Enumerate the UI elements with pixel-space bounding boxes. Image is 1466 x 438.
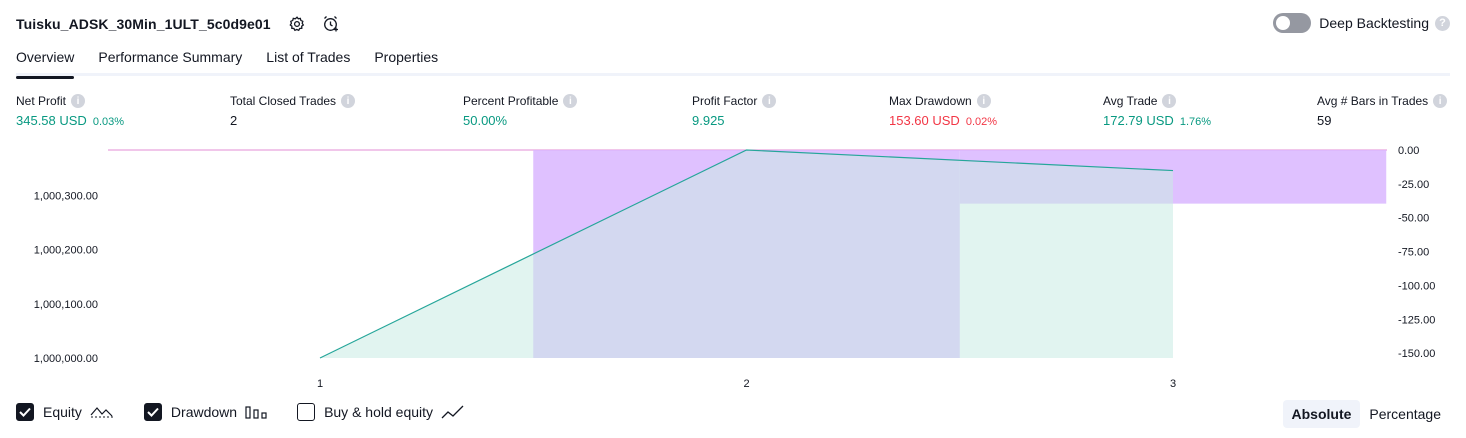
legend-drawdown[interactable]: Drawdown — [143, 403, 267, 421]
drawdown-bars-icon — [245, 404, 267, 420]
info-icon[interactable]: i — [976, 94, 991, 108]
deep-backtesting-control: Deep Backtesting ? — [1273, 13, 1450, 33]
legend-equity[interactable]: Equity — [16, 403, 114, 421]
drawdown-checkbox[interactable] — [143, 403, 162, 421]
settings-icon[interactable] — [287, 14, 307, 34]
info-icon[interactable]: i — [762, 94, 777, 108]
equity-area — [320, 150, 1173, 358]
metric-percent: 0.02% — [965, 116, 998, 128]
tab-list-of-trades[interactable]: List of Trades — [266, 44, 350, 76]
help-icon[interactable]: ? — [1435, 15, 1450, 31]
equity-checkbox[interactable] — [16, 403, 34, 421]
info-icon[interactable]: i — [1433, 94, 1448, 108]
deep-backtesting-toggle[interactable] — [1273, 13, 1312, 33]
metric-label: Avg Trade — [1103, 94, 1158, 108]
value-mode-switch: Absolute Percentage — [1282, 400, 1451, 428]
right-axis-tick: -125.00 — [1398, 314, 1435, 326]
buy-hold-checkbox[interactable] — [297, 403, 316, 421]
right-axis-tick: 0.00 — [1398, 145, 1419, 157]
equity-drawdown-chart[interactable]: 1,000,000.00 1,000,100.00 1,000,200.00 1,00… — [0, 140, 1466, 395]
info-icon[interactable]: i — [1162, 94, 1177, 108]
tab-properties[interactable]: Properties — [374, 44, 438, 76]
legend-label: Buy & hold equity — [324, 404, 434, 420]
legend-buy-hold-equity[interactable]: Buy & hold equity — [297, 403, 465, 421]
right-axis-tick: -25.00 — [1398, 179, 1429, 191]
metric-value: 172.79 USD — [1103, 113, 1174, 128]
buy-hold-line-icon — [441, 404, 465, 420]
right-axis-tick: -150.00 — [1398, 348, 1435, 360]
percentage-button[interactable]: Percentage — [1360, 400, 1450, 428]
x-axis-tick: 1 — [317, 378, 323, 390]
metric-avg-trade: Avg Trade i 172.79 USD 1.76% — [1103, 94, 1211, 128]
x-axis-tick: 2 — [743, 378, 749, 390]
equity-line-icon — [90, 404, 114, 420]
deep-backtesting-label: Deep Backtesting — [1319, 15, 1429, 31]
metric-percent: 1.76% — [1179, 116, 1212, 128]
chart-legend: Equity Drawdown Buy & hold equity — [16, 403, 495, 421]
metric-label: Percent Profitable — [463, 94, 559, 108]
right-axis-tick: -75.00 — [1398, 247, 1429, 259]
metric-value: 59 — [1317, 113, 1332, 128]
right-axis-tick: -100.00 — [1398, 280, 1435, 292]
metric-value: 9.925 — [692, 113, 725, 128]
metric-avg-bars-in-trades: Avg # Bars in Trades i 59 — [1317, 94, 1448, 128]
left-axis-tick: 1,000,200.00 — [34, 245, 98, 257]
metric-value: 50.00% — [463, 113, 508, 128]
metric-label: Net Profit — [16, 94, 67, 108]
metric-max-drawdown: Max Drawdown i 153.60 USD 0.02% — [889, 94, 997, 128]
tab-overview[interactable]: Overview — [16, 44, 75, 79]
right-axis-tick: -50.00 — [1398, 213, 1429, 225]
left-axis-tick: 1,000,000.00 — [34, 353, 98, 365]
metric-profit-factor: Profit Factor i 9.925 — [692, 94, 777, 128]
metric-total-closed-trades: Total Closed Trades i 2 — [230, 94, 356, 128]
metric-percent-profitable: Percent Profitable i 50.00% — [463, 94, 578, 128]
legend-label: Equity — [43, 404, 82, 420]
add-alert-icon[interactable] — [321, 14, 341, 34]
metric-value: 2 — [230, 113, 238, 128]
x-axis-tick: 3 — [1170, 378, 1176, 390]
metric-percent: 0.03% — [92, 116, 125, 128]
left-axis-tick: 1,000,300.00 — [34, 191, 98, 203]
metric-value: 345.58 USD — [16, 113, 87, 128]
tab-performance-summary[interactable]: Performance Summary — [98, 44, 242, 76]
absolute-button[interactable]: Absolute — [1282, 400, 1361, 428]
strategy-header: Tuisku_ADSK_30Min_1ULT_5c0d9e01 — [16, 12, 341, 36]
toggle-knob — [1276, 16, 1291, 30]
metric-value: 153.60 USD — [889, 113, 960, 128]
info-icon[interactable]: i — [563, 94, 578, 108]
metric-label: Max Drawdown — [889, 94, 972, 108]
info-icon[interactable]: i — [341, 94, 356, 108]
metric-label: Total Closed Trades — [230, 94, 337, 108]
metric-label: Avg # Bars in Trades — [1317, 94, 1429, 108]
metric-label: Profit Factor — [692, 94, 758, 108]
info-icon[interactable]: i — [71, 94, 86, 108]
strategy-name: Tuisku_ADSK_30Min_1ULT_5c0d9e01 — [16, 16, 271, 32]
report-tabs: Overview Performance Summary List of Tra… — [16, 44, 1450, 79]
left-axis-tick: 1,000,100.00 — [34, 299, 98, 311]
metric-net-profit: Net Profit i 345.58 USD 0.03% — [16, 94, 124, 128]
legend-label: Drawdown — [170, 404, 238, 420]
